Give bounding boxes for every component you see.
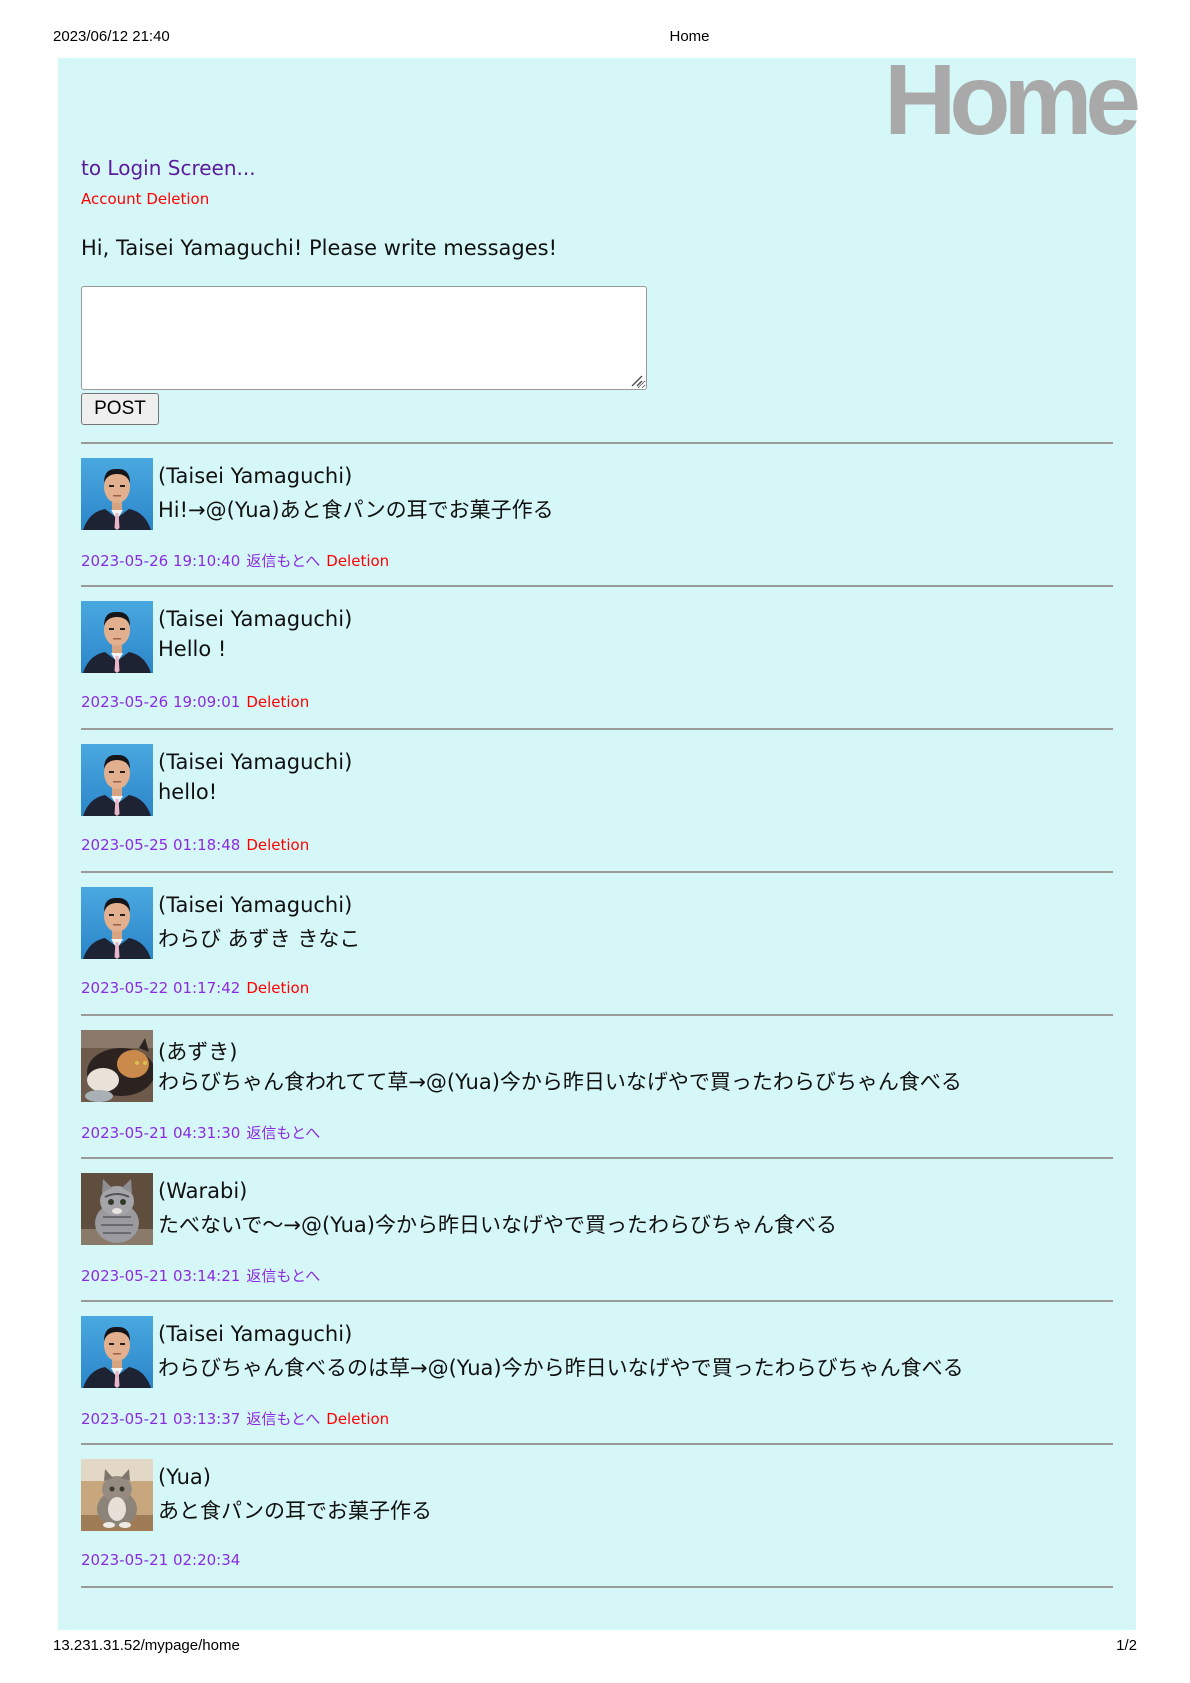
reply-source-link[interactable]: 返信もとへ bbox=[246, 1124, 320, 1142]
print-title: Home bbox=[669, 28, 710, 45]
post-text: わらび あずき きなこ bbox=[158, 927, 361, 951]
reply-source-link[interactable]: 返信もとへ bbox=[246, 552, 320, 570]
post-button[interactable]: POST bbox=[81, 393, 159, 425]
delete-post-link[interactable]: Deletion bbox=[246, 693, 309, 711]
account-deletion-link[interactable]: Account Deletion bbox=[81, 190, 209, 208]
message-post: (Taisei Yamaguchi) わらびちゃん食べるのは草→@(Yua)今から… bbox=[81, 1302, 1113, 1443]
divider bbox=[81, 1586, 1113, 1588]
post-author: (Yua) bbox=[158, 1465, 211, 1489]
user-avatar bbox=[81, 887, 153, 959]
post-author: (Warabi) bbox=[158, 1179, 248, 1203]
greeting: Hi, Taisei Yamaguchi! Please write messa… bbox=[81, 236, 557, 260]
post-timestamp: 2023-05-21 03:13:37 bbox=[81, 1410, 241, 1428]
delete-post-link[interactable]: Deletion bbox=[326, 552, 389, 570]
message-post: (Taisei Yamaguchi) わらび あずき きなこ 2023-05-22 … bbox=[81, 873, 1113, 1014]
post-author: (Taisei Yamaguchi) bbox=[158, 1322, 353, 1346]
post-author: (Taisei Yamaguchi) bbox=[158, 750, 353, 774]
message-post: (Taisei Yamaguchi) hello! 2023-05-25 01:18… bbox=[81, 730, 1113, 871]
login-link[interactable]: to Login Screen... bbox=[81, 156, 256, 180]
post-text: わらびちゃん食われてて草→@(Yua)今から昨日いなげやで買ったわらびちゃん食べ… bbox=[158, 1070, 962, 1094]
delete-post-link[interactable]: Deletion bbox=[326, 1410, 389, 1428]
reply-source-link[interactable]: 返信もとへ bbox=[246, 1410, 320, 1428]
post-timestamp: 2023-05-26 19:09:01 bbox=[81, 693, 241, 711]
post-text: hello! bbox=[158, 780, 218, 804]
post-text: あと食パンの耳でお菓子作る bbox=[158, 1499, 433, 1523]
post-text: たべないで～→@(Yua)今から昨日いなげやで買ったわらびちゃん食べる bbox=[158, 1213, 837, 1237]
user-avatar bbox=[81, 744, 153, 816]
post-meta: 2023-05-21 03:14:21 返信もとへ bbox=[81, 1265, 320, 1286]
post-meta: 2023-05-21 02:20:34 bbox=[81, 1551, 240, 1569]
message-post: (Taisei Yamaguchi) Hi!→@(Yua)あと食パンの耳でお菓子作… bbox=[81, 444, 1113, 585]
cat-avatar bbox=[81, 1030, 153, 1102]
message-input[interactable] bbox=[81, 286, 647, 390]
reply-source-link[interactable]: 返信もとへ bbox=[246, 1267, 320, 1285]
print-page-number: 1/2 bbox=[1116, 1637, 1137, 1654]
post-timestamp: 2023-05-25 01:18:48 bbox=[81, 836, 241, 854]
post-author: (Taisei Yamaguchi) bbox=[158, 607, 353, 631]
post-text: Hi!→@(Yua)あと食パンの耳でお菓子作る bbox=[158, 498, 554, 522]
message-post: (あずき) わらびちゃん食われてて草→@(Yua)今から昨日いなげやで買ったわらび… bbox=[81, 1016, 1113, 1157]
post-timestamp: 2023-05-21 03:14:21 bbox=[81, 1267, 241, 1285]
home-page: Home to Login Screen... Account Deletion… bbox=[58, 50, 1141, 1630]
post-meta: 2023-05-25 01:18:48 Deletion bbox=[81, 836, 309, 854]
page-title: Home bbox=[884, 44, 1141, 156]
post-meta: 2023-05-21 04:31:30 返信もとへ bbox=[81, 1122, 320, 1143]
print-url: 13.231.31.52/mypage/home bbox=[53, 1637, 240, 1654]
user-avatar bbox=[81, 601, 153, 673]
post-author: (Taisei Yamaguchi) bbox=[158, 893, 353, 917]
post-timestamp: 2023-05-21 02:20:34 bbox=[81, 1551, 241, 1569]
message-feed: (Taisei Yamaguchi) Hi!→@(Yua)あと食パンの耳でお菓子作… bbox=[81, 442, 1113, 1588]
post-timestamp: 2023-05-21 04:31:30 bbox=[81, 1124, 241, 1142]
post-meta: 2023-05-22 01:17:42 Deletion bbox=[81, 979, 309, 997]
post-meta: 2023-05-21 03:13:37 返信もとへ Deletion bbox=[81, 1408, 389, 1429]
post-timestamp: 2023-05-22 01:17:42 bbox=[81, 979, 241, 997]
post-text: わらびちゃん食べるのは草→@(Yua)今から昨日いなげやで買ったわらびちゃん食べ… bbox=[158, 1356, 964, 1380]
post-timestamp: 2023-05-26 19:10:40 bbox=[81, 552, 241, 570]
message-post: (Warabi) たべないで～→@(Yua)今から昨日いなげやで買ったわらびちゃん… bbox=[81, 1159, 1113, 1300]
user-avatar bbox=[81, 1316, 153, 1388]
post-author: (Taisei Yamaguchi) bbox=[158, 464, 353, 488]
post-meta: 2023-05-26 19:09:01 Deletion bbox=[81, 693, 309, 711]
delete-post-link[interactable]: Deletion bbox=[246, 979, 309, 997]
message-post: (Yua) あと食パンの耳でお菓子作る 2023-05-21 02:20:34 bbox=[81, 1445, 1113, 1586]
delete-post-link[interactable]: Deletion bbox=[246, 836, 309, 854]
post-meta: 2023-05-26 19:10:40 返信もとへ Deletion bbox=[81, 550, 389, 571]
post-author: (あずき) bbox=[158, 1040, 238, 1064]
post-text: Hello ! bbox=[158, 637, 227, 661]
message-post: (Taisei Yamaguchi) Hello ! 2023-05-26 19:0… bbox=[81, 587, 1113, 728]
cat-avatar bbox=[81, 1459, 153, 1531]
cat-avatar bbox=[81, 1173, 153, 1245]
user-avatar bbox=[81, 458, 153, 530]
